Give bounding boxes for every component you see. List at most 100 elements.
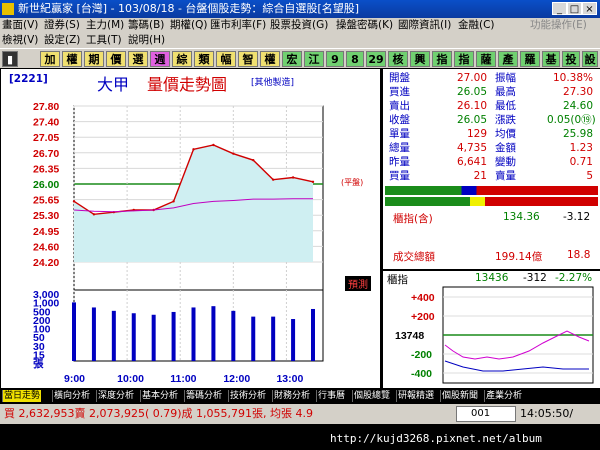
quote-value: 24.60	[562, 100, 593, 112]
menu-options[interactable]: 期權(Q)	[170, 18, 207, 33]
quote-value: 10.38%	[552, 72, 593, 84]
quote-row: 收盤 26.05 漲跌 0.05(0⑲)	[387, 113, 597, 127]
toolbar-grip-icon: ▮	[2, 51, 18, 67]
toolbar-button-1[interactable]: 加	[40, 51, 60, 67]
toolbar-button-25[interactable]: 投	[562, 51, 580, 67]
toolbar-button-17[interactable]: 核	[388, 51, 408, 67]
turnover-value: 199.14億	[495, 251, 543, 263]
toolbar-button-11[interactable]: 權	[260, 51, 280, 67]
turnover-extra: 18.8	[567, 249, 591, 261]
menu-tools[interactable]: 工具(T)	[86, 33, 122, 48]
toolbar-button-7[interactable]: 綜	[172, 51, 192, 67]
toolbar-button-14[interactable]: 9	[326, 51, 344, 67]
menu-stock-invest[interactable]: 股票投資(G)	[270, 18, 328, 33]
toolbar-button-8[interactable]: 類	[194, 51, 214, 67]
toolbar-button-6[interactable]: 週	[150, 51, 170, 67]
tab-intraday[interactable]: 當日走勢	[2, 390, 42, 402]
mini-tick-label: +400	[411, 292, 435, 304]
menu-chips[interactable]: 籌碼(B)	[128, 18, 164, 33]
toolbar-button-18[interactable]: 興	[410, 51, 430, 67]
toolbar-button-12[interactable]: 宏	[282, 51, 302, 67]
tab-horizontal[interactable]: 橫向分析	[52, 390, 91, 402]
menu-settings[interactable]: 設定(Z)	[44, 33, 80, 48]
mini-tick-label: 13748	[395, 330, 424, 342]
toolbar-button-10[interactable]: 智	[238, 51, 258, 67]
tab-technical[interactable]: 技術分析	[228, 390, 267, 402]
status-bar: 買 2,632,953賣 2,073,925( 0.79)成 1,055,791…	[0, 404, 600, 424]
quote-value: 26.10	[456, 100, 487, 112]
volume-bar	[251, 316, 256, 361]
tab-chips[interactable]: 籌碼分析	[184, 390, 223, 402]
toolbar-button-22[interactable]: 產	[498, 51, 518, 67]
price-tick-label: 24.60	[33, 241, 59, 253]
minimize-button[interactable]: _	[552, 2, 567, 15]
volume-bar	[311, 308, 315, 361]
quote-value: 25.98	[562, 128, 593, 140]
quote-value: 4,735	[456, 142, 487, 154]
quote-key: 昨量	[389, 156, 410, 168]
toolbar-button-15[interactable]: 8	[346, 51, 364, 67]
tab-basic[interactable]: 基本分析	[140, 390, 179, 402]
menu-functions[interactable]: 功能操作(E)	[530, 18, 587, 33]
menu-main-force[interactable]: 主力(M)	[86, 18, 124, 33]
menu-inspect[interactable]: 檢視(V)	[2, 33, 38, 48]
tab-financial[interactable]: 財務分析	[272, 390, 311, 402]
toolbar-button-2[interactable]: 權	[62, 51, 82, 67]
tab-depth[interactable]: 深度分析	[96, 390, 135, 402]
tab-industry[interactable]: 產業分析	[484, 390, 523, 402]
toolbar-button-4[interactable]: 價	[106, 51, 126, 67]
menu-help[interactable]: 說明(H)	[128, 33, 165, 48]
menu-securities[interactable]: 證券(S)	[44, 18, 80, 33]
toolbar-button-3[interactable]: 期	[84, 51, 104, 67]
quote-value: 5	[586, 170, 593, 182]
volume-bar	[72, 302, 76, 361]
price-volume-chart-panel: [2221] 大甲 量價走勢圖 [其他製造] 27.80 27.40 27.05 26…	[1, 69, 380, 388]
watermark-bar: http://kujd3268.pixnet.net/album	[0, 426, 600, 450]
toolbar-button-24[interactable]: 基	[542, 51, 560, 67]
close-button[interactable]: ×	[582, 2, 597, 15]
price-point	[291, 176, 295, 179]
quote-value: 26.05	[456, 86, 487, 98]
volume-bar	[171, 311, 176, 361]
quote-value: 129	[466, 128, 487, 140]
order-summary: 買 2,632,953賣 2,073,925( 0.79)成 1,055,791…	[4, 407, 313, 420]
quote-value: 0.05(0⑲)	[547, 114, 596, 126]
watermark-url: http://kujd3268.pixnet.net/album	[330, 432, 542, 445]
tab-news[interactable]: 個股新聞	[440, 390, 479, 402]
toolbar-button-13[interactable]: 江	[304, 51, 324, 67]
volume-bar	[191, 307, 196, 361]
quote-key: 收盤	[389, 114, 410, 126]
toolbar-button-16[interactable]: 29	[366, 51, 386, 67]
tab-calendar[interactable]: 行事曆	[316, 390, 346, 402]
volume-bar	[211, 306, 216, 361]
predict-button[interactable]: 預測	[345, 276, 371, 291]
toolbar-button-9[interactable]: 幅	[216, 51, 236, 67]
quote-key: 最高	[495, 86, 516, 98]
price-tick-label: 24.95	[33, 226, 59, 238]
toolbar-button-21[interactable]: 薩	[476, 51, 496, 67]
toolbar-button-23[interactable]: 羅	[520, 51, 540, 67]
volume-bar	[291, 319, 296, 361]
toolbar-button-5[interactable]: 選	[128, 51, 148, 67]
price-tick-label: 27.80	[33, 101, 59, 113]
toolbar-button-26[interactable]: 設	[582, 51, 598, 67]
volume-bar	[151, 314, 156, 361]
price-point	[311, 180, 315, 184]
maximize-button[interactable]: □	[567, 2, 582, 15]
tab-research[interactable]: 研報精選	[396, 390, 435, 402]
menu-trading-code[interactable]: 操盤密碼(K)	[336, 18, 393, 33]
toolbar-button-19[interactable]: 指	[432, 51, 452, 67]
quote-key: 變動	[495, 156, 516, 168]
code-field[interactable]: 001	[456, 406, 516, 422]
menu-intl-info[interactable]: 國際資訊(I)	[398, 18, 451, 33]
tab-overview[interactable]: 個股總覽	[352, 390, 391, 402]
quote-row: 昨量 6,641 變動 0.71	[387, 155, 597, 169]
chart-canvas: 27.80 27.40 27.05 26.70 26.35 26.00 25.65 25.30…	[33, 101, 324, 385]
mini-chart-canvas: +400 +200 13748 -200 -400	[395, 286, 594, 384]
menu-finance[interactable]: 金融(C)	[458, 18, 495, 33]
menu-forex[interactable]: 匯市利率(F)	[210, 18, 266, 33]
toolbar-button-20[interactable]: 指	[454, 51, 474, 67]
menu-view[interactable]: 畫面(V)	[2, 18, 38, 33]
clock: 14:05:50/	[520, 407, 574, 420]
quote-key: 金額	[495, 142, 516, 154]
